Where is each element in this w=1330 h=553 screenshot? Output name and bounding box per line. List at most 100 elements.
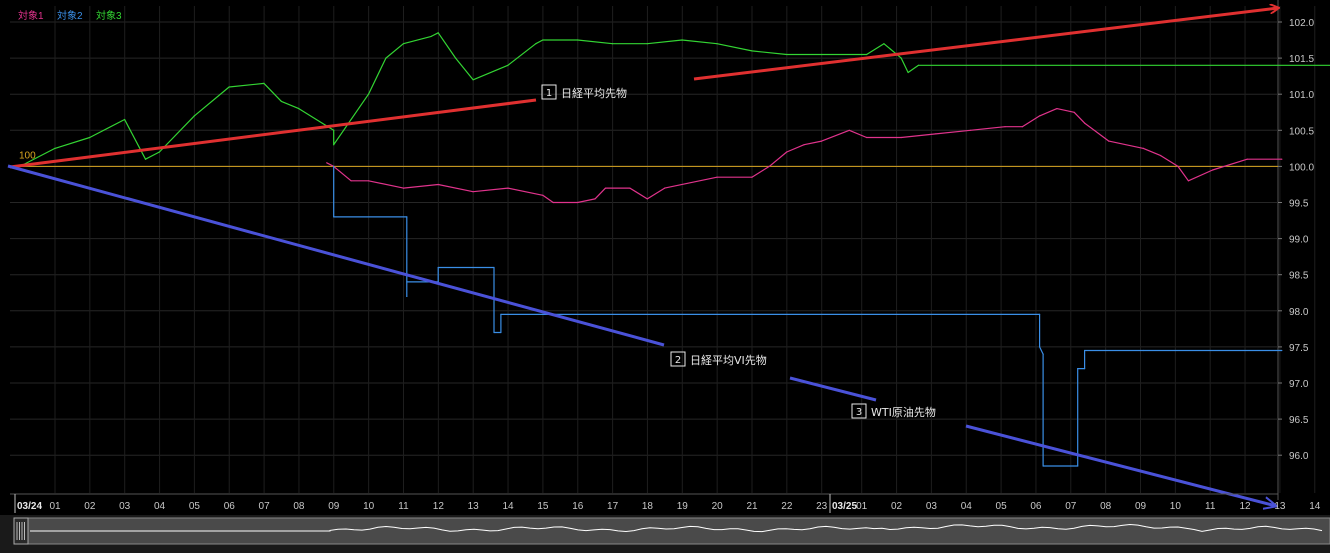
y-tick-label: 100.5 <box>1289 126 1314 137</box>
x-tick-label: 09 <box>328 501 340 512</box>
series-point <box>500 331 502 334</box>
x-tick-label: 02 <box>84 501 96 512</box>
series-point <box>848 129 850 131</box>
series-point <box>629 187 631 189</box>
annotation-number: 1 <box>546 88 552 99</box>
series-point <box>900 57 902 59</box>
series-point <box>542 39 544 41</box>
series-point <box>1073 111 1075 113</box>
x-tick-label: 12 <box>433 501 445 512</box>
series-point <box>263 82 265 84</box>
x-tick-label: 05 <box>996 501 1008 512</box>
series-point <box>900 136 902 139</box>
series-point <box>54 147 56 149</box>
annotation-number: 3 <box>856 407 862 418</box>
x-tick-label: 19 <box>677 501 689 512</box>
x-tick-label: 08 <box>1100 501 1112 512</box>
series-point <box>577 39 579 41</box>
series-point <box>472 79 474 81</box>
series-point <box>1212 169 1214 171</box>
x-tick-label: 23 <box>816 501 828 512</box>
series-point <box>144 158 147 160</box>
series-point <box>402 43 404 45</box>
y-tick-label: 101.5 <box>1289 54 1314 65</box>
annotation-label: WTI原油先物 <box>871 405 936 419</box>
x-tick-label: 09 <box>1135 501 1147 512</box>
series-point <box>1042 465 1044 467</box>
series-point <box>604 187 607 189</box>
x-tick-label: 13 <box>468 501 480 512</box>
x-tick-label: 04 <box>961 501 973 512</box>
x-tick-label: 02 <box>891 501 903 512</box>
series-point <box>1177 165 1179 167</box>
series-point <box>507 64 509 66</box>
series-point <box>664 187 666 189</box>
x-tick-label: 01 <box>49 501 61 512</box>
x-tick-label: 12 <box>1239 501 1251 512</box>
series-point <box>716 176 718 178</box>
series-point <box>1004 126 1006 128</box>
series-point <box>751 50 753 52</box>
series-point <box>594 198 596 200</box>
series-point <box>333 165 335 167</box>
y-tick-label: 101.0 <box>1289 90 1314 101</box>
series-point <box>280 100 282 102</box>
x-tick-label: 08 <box>293 501 305 512</box>
navigator-handle <box>13 517 29 545</box>
x-tick-label: 10 <box>363 501 375 512</box>
series-point <box>1021 126 1023 128</box>
x-tick-label: 20 <box>712 501 724 512</box>
x-tick-label: 17 <box>607 501 619 512</box>
series-point <box>333 129 335 131</box>
series-point <box>535 43 537 45</box>
x-tick-label: 16 <box>572 501 584 512</box>
series-point <box>1108 140 1110 142</box>
navigator-scrollbar[interactable] <box>0 515 1330 553</box>
y-tick-label: 96.0 <box>1289 451 1309 462</box>
y-tick-label: 100.0 <box>1289 162 1314 173</box>
series-point <box>333 144 335 146</box>
legend-item-1: 対象1 <box>18 9 44 22</box>
series-point <box>298 108 300 110</box>
series-point <box>917 64 920 66</box>
series-point <box>577 201 579 204</box>
x-tick-label: 14 <box>502 501 514 512</box>
series-point <box>1084 368 1086 370</box>
series-point <box>326 162 328 164</box>
series-point <box>350 180 352 182</box>
series-point <box>367 93 370 95</box>
series-point <box>1187 180 1189 182</box>
series-point <box>158 151 160 153</box>
series-point <box>803 144 805 146</box>
series-point <box>821 53 823 56</box>
x-tick-label: 11 <box>398 501 409 512</box>
series-point <box>402 187 404 189</box>
x-tick-label: 18 <box>642 501 654 512</box>
series-point <box>1039 346 1041 348</box>
date-label: 03/24 <box>17 501 42 512</box>
series-point <box>1246 158 1248 160</box>
series-point <box>406 295 408 297</box>
series-point <box>866 53 868 56</box>
y-tick-label: 97.5 <box>1289 343 1309 354</box>
series-point <box>1281 158 1283 160</box>
x-tick-label: 21 <box>746 501 758 512</box>
series-point <box>437 266 439 269</box>
series-point <box>333 216 335 218</box>
series-point <box>646 43 648 45</box>
series-point <box>883 43 885 45</box>
series-point <box>751 176 753 178</box>
series-point <box>768 165 770 167</box>
x-tick-label: 15 <box>537 501 549 512</box>
series-point <box>367 180 370 182</box>
x-tick-label: 13 <box>1274 501 1286 512</box>
x-tick-label: 03 <box>119 501 131 512</box>
x-tick-label: 06 <box>224 501 236 512</box>
series-point <box>1142 349 1144 352</box>
date-label: 03/25 <box>832 501 857 512</box>
series-point <box>430 35 432 38</box>
legend-item-3: 対象3 <box>96 9 122 22</box>
series-point <box>124 118 126 121</box>
series-point <box>866 136 868 139</box>
series-point <box>193 115 195 117</box>
